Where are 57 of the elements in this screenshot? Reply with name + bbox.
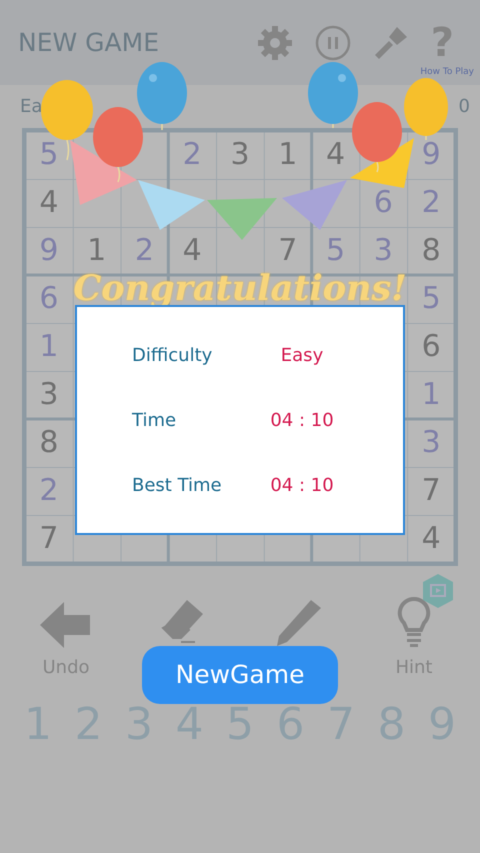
result-value: Easy — [280, 344, 324, 368]
board-digit[interactable]: 2 — [422, 188, 441, 218]
result-label: Best Time — [132, 474, 222, 498]
board-digit[interactable]: 6 — [39, 284, 58, 314]
board-digit[interactable]: 4 — [326, 140, 346, 170]
how-to-play-label[interactable]: How To Play — [420, 66, 474, 80]
result-label: Time — [132, 408, 176, 432]
board-digit[interactable]: 3 — [230, 140, 250, 170]
board-digit[interactable]: 1 — [278, 140, 298, 170]
board-digit[interactable]: 3 — [374, 236, 393, 266]
board-digit[interactable]: 2 — [134, 236, 154, 266]
board-digit[interactable]: 8 — [422, 236, 441, 266]
left-arrow-icon — [40, 602, 92, 648]
board-digit[interactable]: 7 — [278, 236, 298, 266]
pennant-flag — [282, 180, 347, 230]
difficulty-label: Ea — [20, 95, 42, 119]
balloon — [137, 62, 187, 130]
congratulations-title: Congratulations! — [73, 271, 407, 306]
settings-icon[interactable] — [256, 24, 293, 60]
video-badge-icon — [422, 574, 454, 608]
board-digit[interactable]: 6 — [374, 188, 393, 218]
result-value: 04 : 10 — [269, 474, 335, 498]
board-digit[interactable]: 5 — [39, 140, 58, 170]
pennant-flag — [70, 140, 137, 205]
board-digit[interactable]: 9 — [39, 236, 58, 266]
board-digit[interactable]: 6 — [422, 332, 441, 362]
board-digit[interactable]: 5 — [422, 284, 441, 314]
board-digit[interactable]: 2 — [39, 476, 58, 506]
board-digit[interactable]: 8 — [39, 428, 58, 458]
board-digit[interactable]: 4 — [182, 236, 202, 266]
paintbrush-icon[interactable] — [372, 24, 409, 60]
pause-icon[interactable] — [314, 24, 351, 60]
pennant-flag — [207, 198, 277, 240]
board-digit[interactable]: 5 — [326, 236, 346, 266]
screen-title: NEW GAME — [18, 26, 160, 59]
board-digit[interactable]: 3 — [39, 380, 58, 410]
board-digit[interactable]: 9 — [422, 140, 441, 170]
result-label: Difficulty — [132, 344, 212, 368]
pennant-flag — [138, 180, 205, 230]
board-digit[interactable]: 4 — [39, 188, 58, 218]
help-button[interactable]: ? — [430, 22, 454, 62]
lightbulb-icon — [397, 596, 431, 648]
board-digit[interactable]: 2 — [182, 140, 202, 170]
board-digit[interactable]: 1 — [422, 380, 441, 410]
new-game-button[interactable]: NewGame — [142, 646, 338, 704]
balloon — [308, 62, 358, 128]
board-digit[interactable]: 1 — [87, 236, 106, 266]
balloon — [352, 102, 402, 172]
timer-text: 0 — [458, 95, 470, 119]
board-digit[interactable]: 7 — [422, 476, 441, 506]
board-digit[interactable]: 1 — [39, 332, 58, 362]
balloon — [404, 78, 448, 140]
board-digit[interactable]: 3 — [422, 428, 441, 458]
result-value: 04 : 10 — [269, 408, 335, 432]
board-digit[interactable]: 7 — [39, 524, 58, 554]
board-digit[interactable]: 4 — [422, 524, 441, 554]
pennant-flag — [350, 138, 414, 188]
